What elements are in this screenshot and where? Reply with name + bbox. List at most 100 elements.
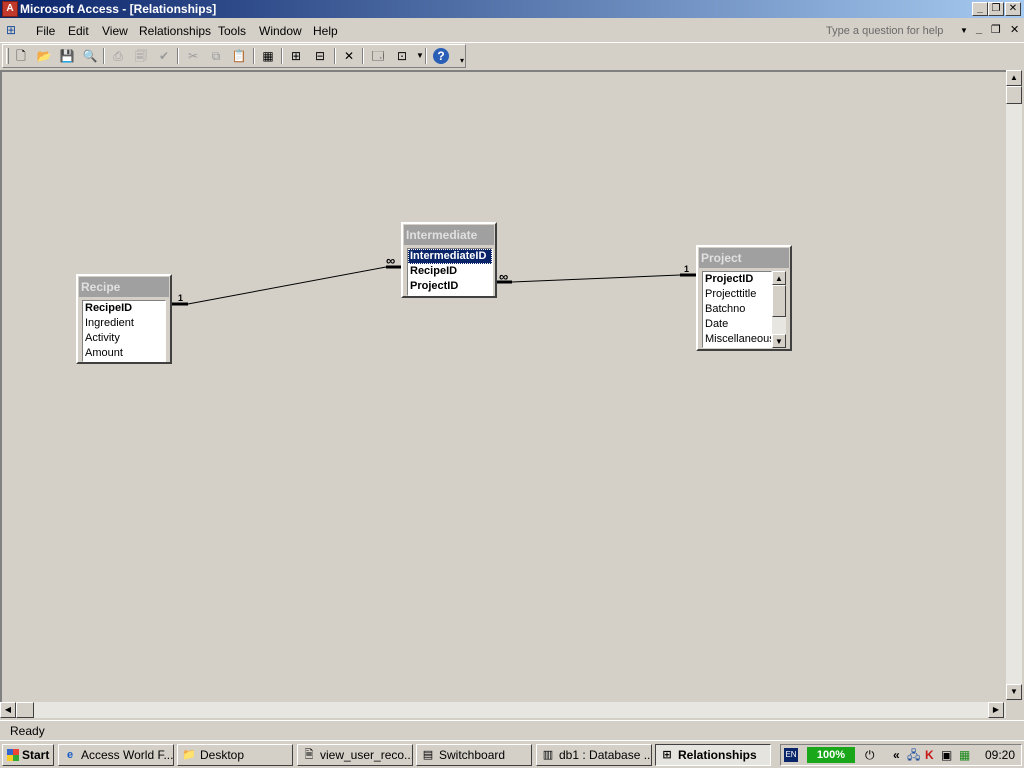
doc-restore-button[interactable]: ❐ — [991, 23, 1001, 36]
task-view-user-records[interactable]: 🗎 view_user_reco... — [297, 744, 413, 766]
field-list[interactable]: IntermediateID RecipeID ProjectID — [407, 248, 493, 296]
toolbar-separator — [177, 48, 179, 64]
task-access-world[interactable]: e Access World F... — [58, 744, 174, 766]
scroll-down-icon[interactable]: ▼ — [1006, 684, 1022, 700]
menu-window[interactable]: Window — [259, 24, 302, 38]
field-item[interactable]: Ingredient — [83, 316, 165, 331]
menu-edit[interactable]: Edit — [68, 24, 89, 38]
table-project[interactable]: Project ProjectID Projecttitle Batchno D… — [696, 245, 792, 351]
table-intermediate[interactable]: Intermediate IntermediateID RecipeID Pro… — [401, 222, 497, 298]
scrollbar-thumb[interactable] — [16, 702, 34, 718]
field-item[interactable]: Date — [703, 317, 771, 332]
relationships-doc-icon[interactable]: ⊞ — [6, 23, 28, 39]
antivirus-icon[interactable]: K — [925, 748, 934, 762]
new-object-icon[interactable]: ⊡ — [393, 48, 411, 64]
field-item[interactable]: ProjectID — [408, 279, 492, 294]
table-title[interactable]: Intermediate — [404, 225, 494, 245]
restore-button[interactable]: ❐ — [988, 2, 1004, 16]
menu-view[interactable]: View — [102, 24, 128, 38]
scroll-up-icon[interactable]: ▲ — [772, 271, 786, 285]
task-label: view_user_reco... — [320, 748, 413, 762]
toolbar-grip[interactable] — [6, 48, 9, 64]
cut-icon[interactable]: ✂ — [184, 48, 202, 64]
display-icon[interactable]: ▣ — [941, 748, 952, 762]
field-item[interactable]: Miscellaneous — [703, 332, 771, 347]
doc-minimize-button[interactable]: _ — [976, 23, 982, 35]
field-list-scrollbar[interactable]: ▲ ▼ — [772, 271, 786, 348]
search-icon[interactable]: 🔍 — [81, 48, 99, 64]
copy-icon[interactable]: ⧉ — [207, 48, 225, 64]
paste-icon[interactable]: 📋 — [230, 48, 248, 64]
database-window-icon[interactable]: 🗔 — [369, 48, 387, 64]
help-search-input[interactable]: Type a question for help — [822, 22, 970, 40]
field-item[interactable]: ProjectID — [703, 272, 771, 287]
scrollbar-thumb[interactable] — [772, 285, 786, 317]
field-list[interactable]: RecipeID Ingredient Activity Amount — [82, 300, 166, 362]
scroll-up-icon[interactable]: ▲ — [1006, 70, 1022, 86]
task-db1-database[interactable]: ▥ db1 : Database ... — [536, 744, 652, 766]
table-title[interactable]: Project — [699, 248, 789, 268]
help-icon[interactable]: ? — [433, 48, 449, 64]
show-table-icon[interactable]: ▦ — [259, 48, 277, 64]
toolbar-separator — [362, 48, 364, 64]
show-all-icon[interactable]: ⊟ — [311, 48, 329, 64]
connection-icon[interactable]: ▦ — [959, 748, 970, 762]
toolbar-options-icon[interactable]: ▾ — [453, 53, 471, 69]
save-icon[interactable]: 💾 — [58, 48, 76, 64]
field-item[interactable]: Batchno — [703, 302, 771, 317]
menu-tools[interactable]: Tools — [218, 24, 246, 38]
horizontal-scrollbar[interactable]: ◀ ▶ — [0, 702, 1006, 718]
task-label: db1 : Database ... — [559, 748, 652, 762]
table-title[interactable]: Recipe — [79, 277, 169, 297]
print-preview-icon[interactable]: 🗐 — [132, 48, 150, 64]
table-recipe[interactable]: Recipe RecipeID Ingredient Activity Amou… — [76, 274, 172, 364]
power-plug-icon[interactable]: ⏻ — [865, 748, 875, 762]
task-switchboard[interactable]: ▤ Switchboard — [416, 744, 532, 766]
battery-indicator[interactable]: 100% — [807, 747, 855, 763]
field-list[interactable]: ProjectID Projecttitle Batchno Date Misc… — [702, 271, 772, 348]
open-icon[interactable]: 📂 — [35, 48, 53, 64]
network-icon[interactable]: 🖧 — [907, 748, 920, 762]
minimize-button[interactable]: _ — [972, 2, 988, 16]
field-item[interactable]: RecipeID — [83, 301, 165, 316]
start-button[interactable]: Start — [2, 744, 54, 766]
toolbar-separator — [281, 48, 283, 64]
access-app-icon[interactable]: A — [2, 1, 18, 17]
clock: 09:20 — [985, 748, 1016, 762]
new-icon[interactable]: 🗋 — [12, 48, 30, 64]
scroll-left-icon[interactable]: ◀ — [0, 702, 16, 718]
spelling-icon[interactable]: ✔ — [155, 48, 173, 64]
database-icon: ▥ — [542, 749, 554, 761]
relationships-canvas[interactable]: 1 ∞ ∞ 1 Recipe RecipeID Ingredient Activ… — [0, 70, 1006, 702]
close-button[interactable]: ✕ — [1005, 2, 1021, 16]
scroll-right-icon[interactable]: ▶ — [988, 702, 1004, 718]
task-desktop[interactable]: 📁 Desktop — [177, 744, 293, 766]
tray-collapse-icon[interactable]: « — [893, 748, 900, 762]
field-item[interactable]: Projecttitle — [703, 287, 771, 302]
task-relationships[interactable]: ⊞ Relationships — [655, 744, 771, 766]
task-label: Access World F... — [81, 748, 174, 762]
delete-icon[interactable]: ✕ — [340, 48, 358, 64]
scroll-down-icon[interactable]: ▼ — [772, 334, 786, 348]
status-text: Ready — [10, 724, 45, 738]
show-direct-icon[interactable]: ⊞ — [287, 48, 305, 64]
field-item[interactable]: Activity — [83, 331, 165, 346]
menu-file[interactable]: File — [36, 24, 55, 38]
field-item[interactable]: RecipeID — [408, 264, 492, 279]
start-label: Start — [22, 748, 50, 762]
system-tray: EN 100% ⏻ « 🖧 K ▣ ▦ 09:20 — [780, 744, 1022, 766]
print-icon[interactable]: ⎙ — [109, 48, 127, 64]
menu-help[interactable]: Help — [313, 24, 338, 38]
language-indicator[interactable]: EN — [784, 748, 798, 762]
vertical-scrollbar[interactable]: ▲ ▼ — [1006, 70, 1022, 700]
browser-icon: e — [66, 749, 74, 761]
help-dropdown-icon[interactable]: ▼ — [960, 26, 968, 35]
windows-logo-icon — [7, 749, 19, 761]
folder-icon: 📁 — [182, 749, 196, 761]
field-item[interactable]: IntermediateID — [408, 249, 492, 264]
field-item[interactable]: Amount — [83, 346, 165, 361]
scrollbar-thumb[interactable] — [1006, 86, 1022, 104]
doc-close-button[interactable]: ✕ — [1010, 23, 1019, 36]
toolbar-separator — [425, 48, 427, 64]
menu-relationships[interactable]: Relationships — [139, 24, 211, 38]
